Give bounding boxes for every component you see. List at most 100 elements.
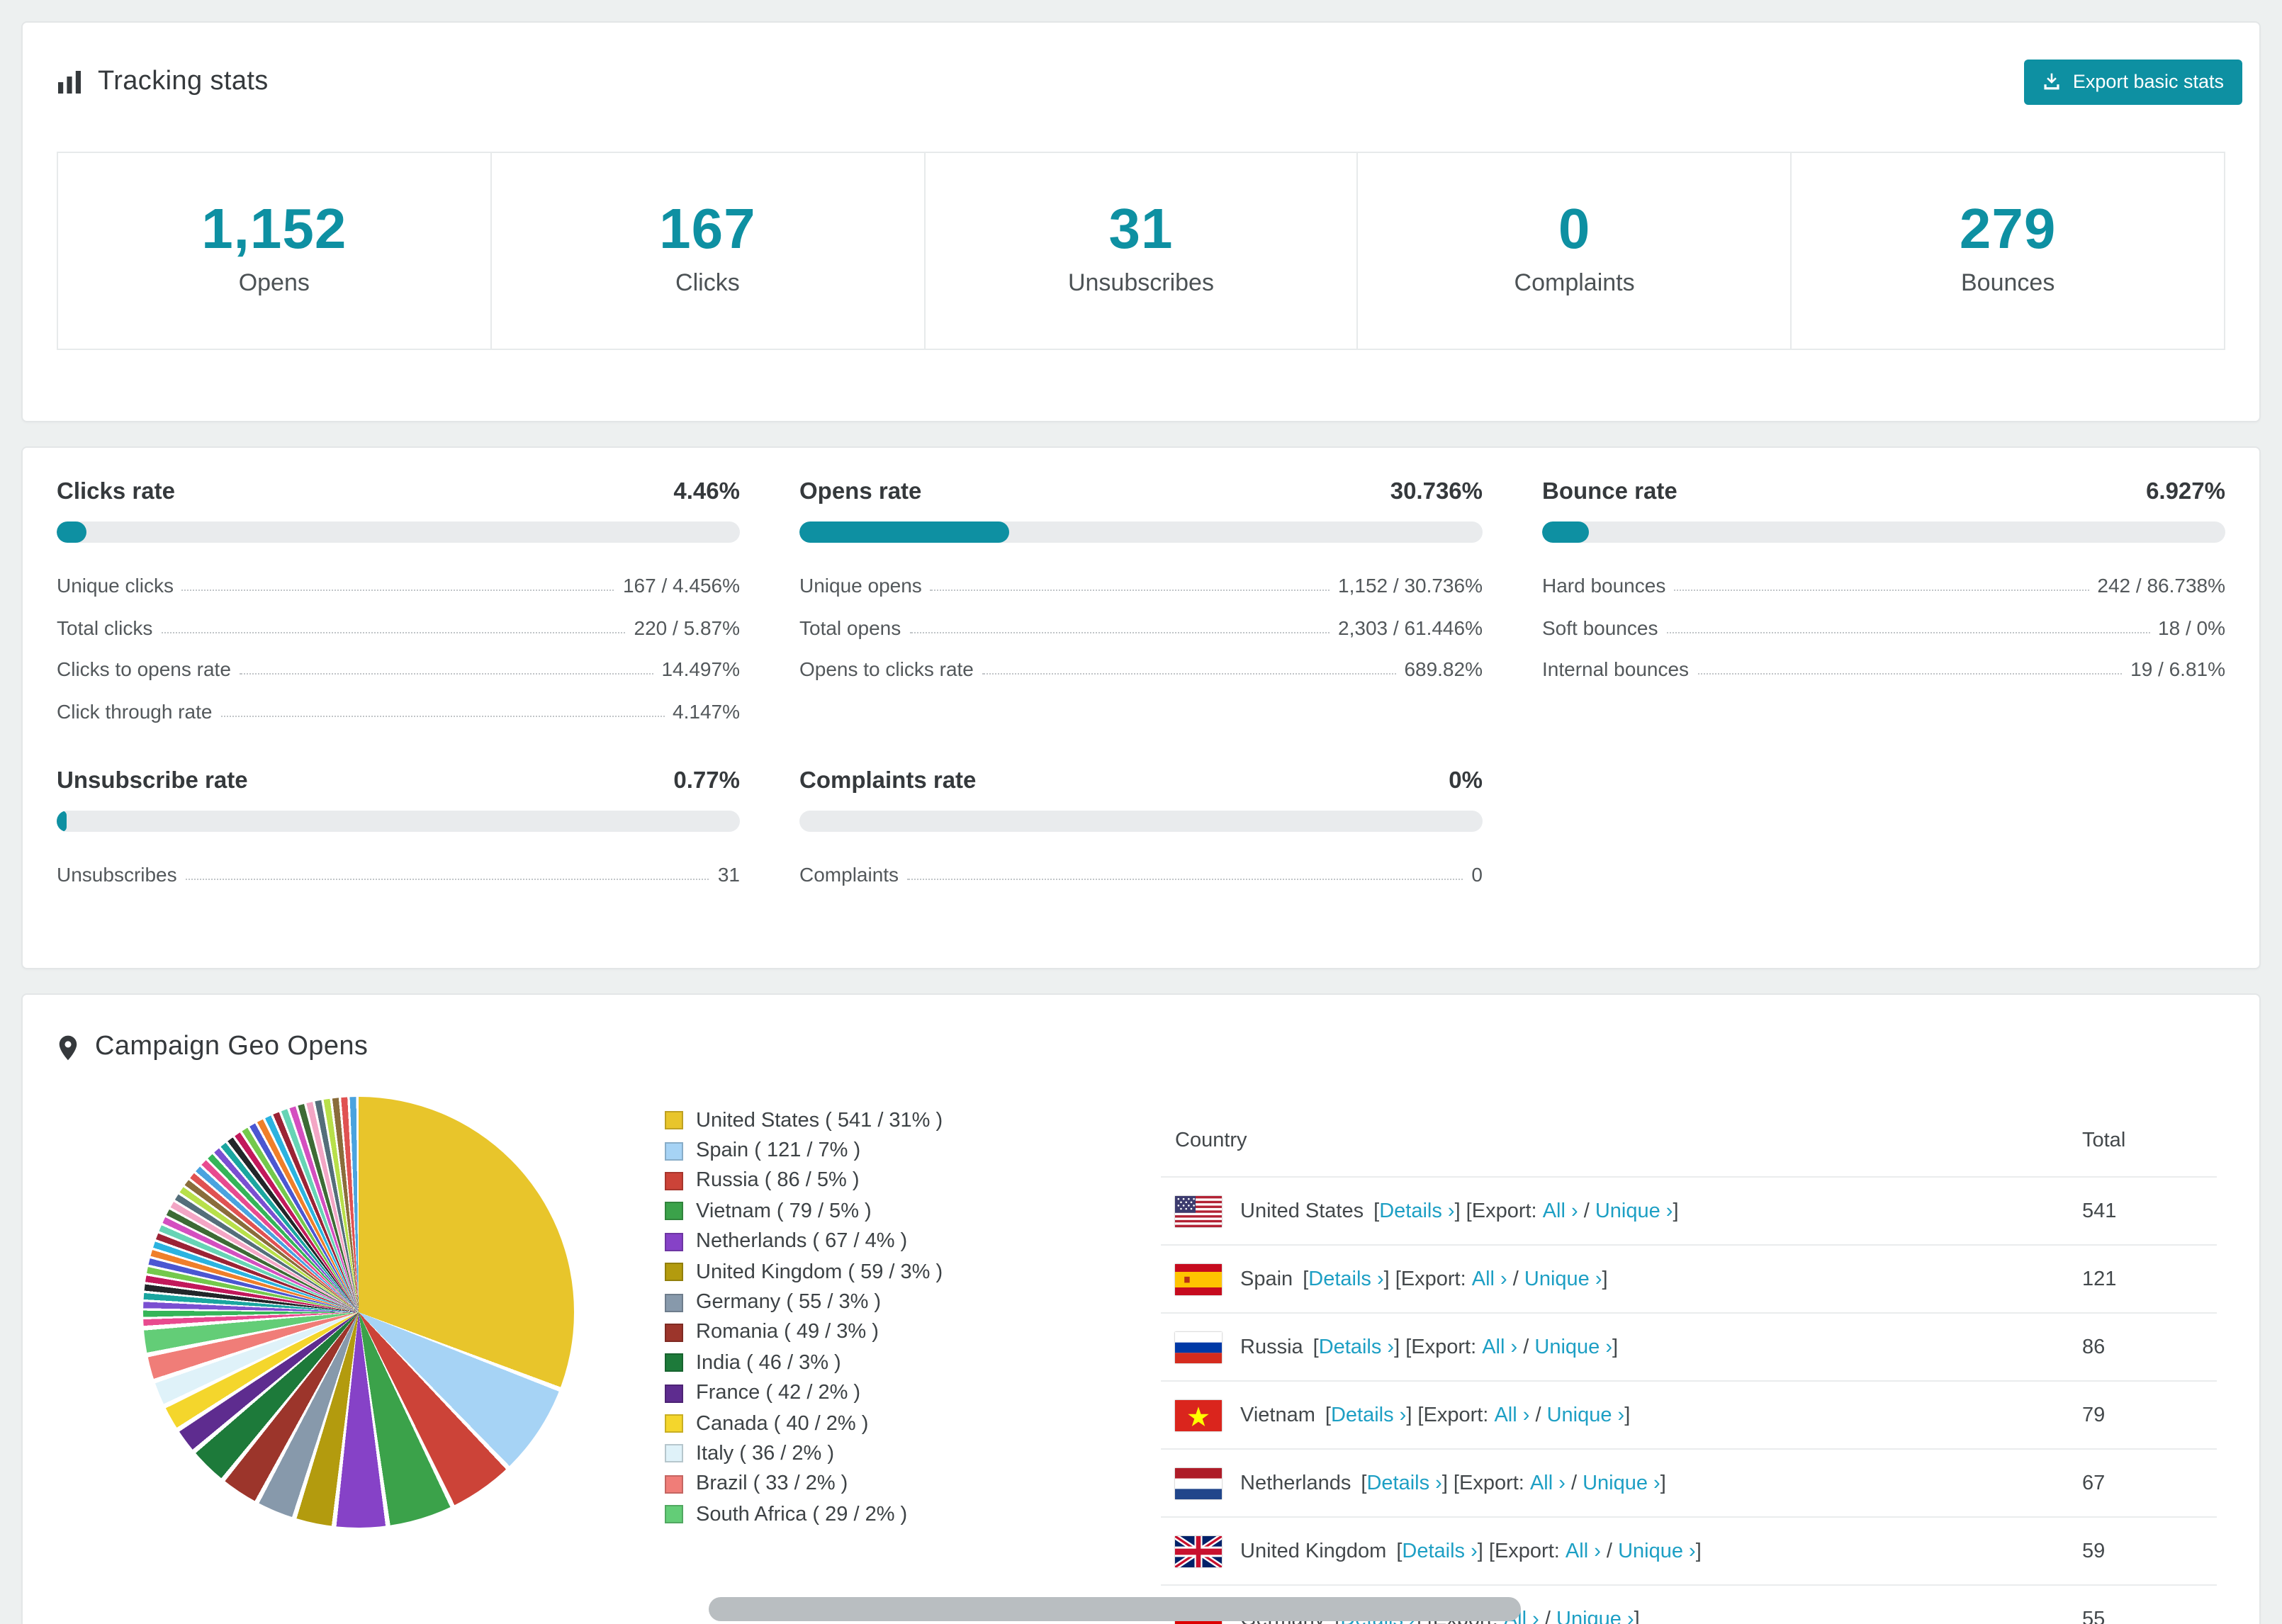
- separator: /: [1539, 1608, 1556, 1624]
- legend-swatch: [665, 1232, 683, 1251]
- export-all-link[interactable]: All ›: [1530, 1472, 1566, 1494]
- country-total: 55: [2068, 1585, 2217, 1624]
- export-button-label: Export basic stats: [2072, 71, 2224, 92]
- country-total: 121: [2068, 1245, 2217, 1314]
- rates-card: Clicks rate 4.46% Unique clicks 167 / 4.…: [21, 446, 2261, 969]
- legend-label: India ( 46 / 3% ): [696, 1351, 841, 1375]
- legend-swatch: [665, 1505, 683, 1524]
- export-unique-link[interactable]: Unique ›: [1618, 1540, 1696, 1562]
- metric-row-total-clicks: Total clicks 220 / 5.87%: [57, 605, 740, 647]
- metric-label: Internal bounces: [1542, 658, 1690, 680]
- rate-value: 30.736%: [1390, 478, 1483, 504]
- legend-label: United Kingdom ( 59 / 3% ): [696, 1261, 943, 1284]
- es-flag-icon: [1175, 1263, 1222, 1295]
- separator: /: [1578, 1200, 1595, 1222]
- legend-swatch: [665, 1293, 683, 1312]
- metric-value: 18 / 0%: [2158, 616, 2225, 638]
- horizontal-scrollbar-thumb[interactable]: [709, 1597, 1521, 1621]
- geo-table-body: United States [Details ›] [Export: All ›…: [1161, 1177, 2217, 1624]
- rate-block-bounce-rate: Bounce rate 6.927% Hard bounces 242 / 86…: [1542, 478, 2225, 731]
- details-link[interactable]: Details ›: [1308, 1268, 1383, 1290]
- geo-table: Country Total United States [Details ›] …: [1161, 1110, 2217, 1624]
- details-link[interactable]: Details ›: [1379, 1200, 1454, 1222]
- legend-swatch: [665, 1141, 683, 1161]
- country-cell: Spain [Details ›] [Export: All › / Uniqu…: [1175, 1263, 2054, 1295]
- export-all-link[interactable]: All ›: [1472, 1268, 1507, 1290]
- details-link[interactable]: Details ›: [1331, 1404, 1406, 1426]
- campaign-stats-page: Tracking stats Export basic stats 1,152 …: [0, 0, 2282, 1624]
- legend-label: Italy ( 36 / 2% ): [696, 1442, 835, 1465]
- bracket: [: [1373, 1200, 1380, 1222]
- bracket: ]: [1695, 1540, 1702, 1562]
- export-all-link[interactable]: All ›: [1566, 1540, 1601, 1562]
- legend-label: Brazil ( 33 / 2% ): [696, 1472, 848, 1496]
- legend-item-canada: Canada ( 40 / 2% ): [665, 1409, 1093, 1439]
- dotted-leader: [239, 673, 653, 675]
- metric-row-hard-bounces: Hard bounces 242 / 86.738%: [1542, 563, 2225, 605]
- export-basic-stats-button[interactable]: Export basic stats: [2024, 60, 2242, 104]
- counter-value: 31: [1108, 198, 1174, 260]
- metric-value: 0: [1471, 863, 1483, 886]
- export-unique-link[interactable]: Unique ›: [1524, 1268, 1602, 1290]
- counter-label: Clicks: [675, 269, 740, 295]
- geo-table-row-russia: Russia [Details ›] [Export: All › / Uniq…: [1161, 1313, 2217, 1382]
- export-all-link[interactable]: All ›: [1482, 1336, 1517, 1358]
- rate-value: 0%: [1449, 767, 1483, 793]
- metric-value: 4.147%: [673, 699, 740, 722]
- export-unique-link[interactable]: Unique ›: [1595, 1200, 1673, 1222]
- rate-title: Bounce rate: [1542, 478, 1677, 504]
- nl-flag-icon: [1175, 1467, 1222, 1499]
- legend-swatch: [665, 1263, 683, 1282]
- details-link[interactable]: Details ›: [1366, 1472, 1441, 1494]
- counter-label: Opens: [238, 269, 310, 295]
- metric-label: Soft bounces: [1542, 616, 1658, 638]
- counter-unsubscribes: 31 Unsubscribes: [923, 151, 1359, 349]
- details-link[interactable]: Details ›: [1319, 1336, 1394, 1358]
- tracking-stats-header: Tracking stats Export basic stats: [23, 23, 2259, 104]
- bracket: [: [1303, 1268, 1309, 1290]
- dotted-leader: [907, 879, 1463, 880]
- geo-opens-pie-chart: [143, 1097, 574, 1528]
- details-link[interactable]: Details ›: [1402, 1540, 1477, 1562]
- counter-value: 1,152: [201, 198, 347, 260]
- counter-label: Bounces: [1961, 269, 2055, 295]
- export-unique-link[interactable]: Unique ›: [1547, 1404, 1625, 1426]
- metric-label: Total clicks: [57, 616, 153, 638]
- rates-grid: Clicks rate 4.46% Unique clicks 167 / 4.…: [23, 447, 2259, 968]
- export-all-link[interactable]: All ›: [1494, 1404, 1529, 1426]
- total-column-header: Total: [2068, 1110, 2217, 1178]
- dotted-leader: [1666, 631, 2150, 633]
- metric-value: 31: [717, 863, 740, 886]
- export-unique-link[interactable]: Unique ›: [1583, 1472, 1660, 1494]
- map-pin-icon: [57, 1034, 79, 1061]
- legend-item-united-states: United States ( 541 / 31% ): [665, 1105, 1093, 1136]
- bracket: ] [Export:: [1394, 1336, 1483, 1358]
- counters-row: 1,152 Opens 167 Clicks 31 Unsubscribes 0…: [57, 151, 2225, 349]
- legend-swatch: [665, 1353, 683, 1372]
- dotted-leader: [1674, 590, 2089, 591]
- rate-progress-fill: [57, 521, 87, 542]
- legend-label: United States ( 541 / 31% ): [696, 1109, 943, 1132]
- rate-head: Unsubscribe rate 0.77%: [57, 767, 740, 794]
- geo-table-row-united-kingdom: United Kingdom [Details ›] [Export: All …: [1161, 1517, 2217, 1586]
- bracket: ]: [1624, 1404, 1631, 1426]
- geo-opens-title: Campaign Geo Opens: [95, 1032, 369, 1061]
- legend-swatch: [665, 1323, 683, 1342]
- export-unique-link[interactable]: Unique ›: [1534, 1336, 1612, 1358]
- country-name: Netherlands: [1240, 1472, 1351, 1494]
- ru-flag-icon: [1175, 1331, 1222, 1363]
- country-cell: United Kingdom [Details ›] [Export: All …: [1175, 1535, 2054, 1567]
- geo-legend: United States ( 541 / 31% ) Spain ( 121 …: [665, 1105, 1093, 1530]
- export-unique-link[interactable]: Unique ›: [1556, 1608, 1634, 1624]
- country-name: Vietnam: [1240, 1404, 1315, 1426]
- rate-title: Clicks rate: [57, 478, 175, 504]
- dotted-leader: [909, 631, 1330, 633]
- dotted-leader: [181, 590, 614, 591]
- geo-opens-header: Campaign Geo Opens: [23, 995, 2259, 1063]
- legend-label: Vietnam ( 79 / 5% ): [696, 1200, 872, 1223]
- export-all-link[interactable]: All ›: [1543, 1200, 1578, 1222]
- bracket: [: [1361, 1472, 1367, 1494]
- legend-item-vietnam: Vietnam ( 79 / 5% ): [665, 1196, 1093, 1227]
- rate-progress-bar: [799, 810, 1483, 831]
- separator: /: [1507, 1268, 1524, 1290]
